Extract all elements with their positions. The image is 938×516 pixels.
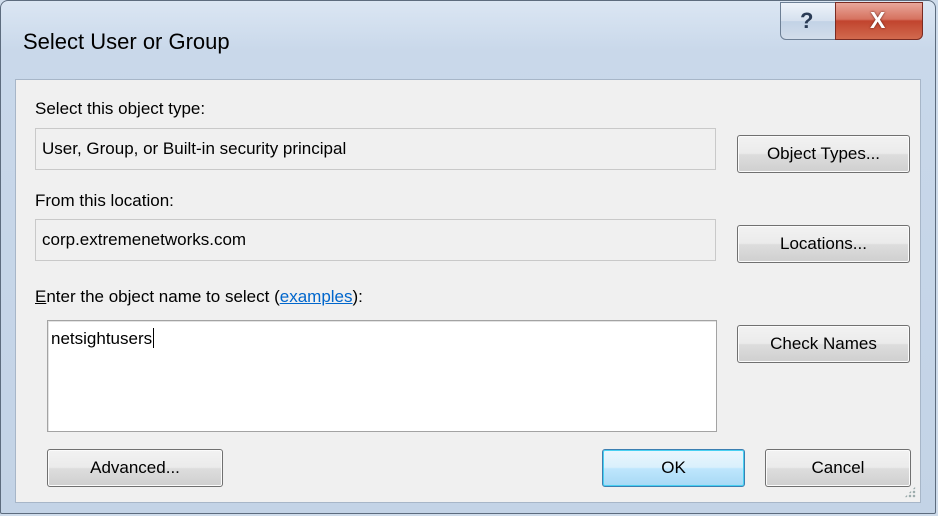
- object-type-label: Select this object type:: [35, 99, 206, 118]
- check-names-button[interactable]: Check Names: [737, 325, 910, 363]
- title-bar[interactable]: Select User or Group ? X: [1, 1, 935, 79]
- object-types-button[interactable]: Object Types...: [737, 135, 910, 173]
- help-button[interactable]: ?: [780, 2, 836, 40]
- examples-link[interactable]: examples: [280, 287, 353, 306]
- dialog-body: Select this object type: User, Group, or…: [15, 79, 921, 503]
- resize-grip-icon[interactable]: [904, 486, 916, 498]
- close-icon: X: [870, 7, 886, 33]
- cancel-button[interactable]: Cancel: [765, 449, 911, 487]
- object-name-label: Enter the object name to select (example…: [35, 287, 363, 307]
- object-name-input[interactable]: netsightusers: [47, 320, 717, 432]
- text-caret: [153, 328, 155, 348]
- close-button[interactable]: X: [835, 2, 923, 40]
- locations-button[interactable]: Locations...: [737, 225, 910, 263]
- dialog-window: Select User or Group ? X Select this obj…: [0, 0, 936, 514]
- help-icon: ?: [800, 8, 814, 33]
- object-name-label-accesskey: E: [35, 287, 47, 306]
- object-type-field: User, Group, or Built-in security princi…: [35, 128, 716, 170]
- ok-button[interactable]: OK: [602, 449, 745, 487]
- dialog-title: Select User or Group: [23, 29, 230, 54]
- object-name-label-suffix: ):: [352, 287, 363, 306]
- location-field: corp.extremenetworks.com: [35, 219, 716, 261]
- object-name-label-text: nter the object name to select (: [46, 287, 280, 306]
- location-label: From this location:: [35, 191, 174, 210]
- advanced-button[interactable]: Advanced...: [47, 449, 223, 487]
- object-name-value: netsightusers: [51, 329, 153, 348]
